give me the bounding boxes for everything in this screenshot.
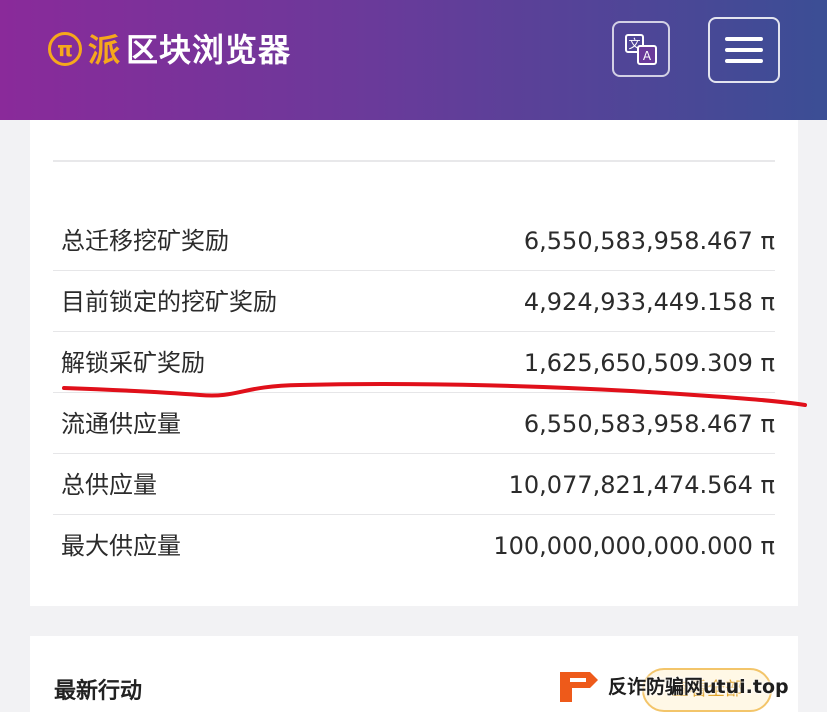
stat-row: 总迁移挖矿奖励 6,550,583,958.467 π: [53, 210, 775, 271]
stat-row: 目前锁定的挖矿奖励 4,924,933,449.158 π: [53, 271, 775, 332]
stat-row: 流通供应量 6,550,583,958.467 π: [53, 393, 775, 454]
pi-logo-icon[interactable]: π: [48, 32, 82, 66]
stat-value: 1,625,650,509.309 π: [523, 349, 775, 377]
divider: [53, 160, 775, 162]
stat-label: 解锁采矿奖励: [61, 349, 205, 377]
svg-text:A: A: [643, 49, 652, 63]
stat-row: 总供应量 10,077,821,474.564 π: [53, 454, 775, 515]
menu-button[interactable]: [708, 17, 780, 83]
stat-value: 10,077,821,474.564 π: [508, 471, 775, 499]
top-navbar: π 派 区块浏览器 文 A: [0, 0, 827, 120]
translate-button[interactable]: 文 A: [612, 21, 670, 77]
stat-row: 最大供应量 100,000,000,000.000 π: [53, 515, 775, 576]
stat-label: 总迁移挖矿奖励: [61, 227, 229, 255]
supply-stats-card: 总迁移挖矿奖励 6,550,583,958.467 π 目前锁定的挖矿奖励 4,…: [30, 120, 798, 606]
stat-value: 6,550,583,958.467 π: [523, 410, 775, 438]
brand-pi-text[interactable]: 派: [88, 30, 120, 70]
stat-label: 总供应量: [61, 471, 157, 499]
stat-label: 目前锁定的挖矿奖励: [61, 288, 277, 316]
brand-title[interactable]: 区块浏览器: [126, 30, 291, 70]
watermark-logo-icon: [560, 672, 598, 702]
stat-label: 最大供应量: [61, 532, 181, 560]
watermark: 反诈防骗网utui.top: [556, 668, 818, 708]
stat-value: 6,550,583,958.467 π: [523, 227, 775, 255]
stat-value: 4,924,933,449.158 π: [523, 288, 775, 316]
stat-row: 解锁采矿奖励 1,625,650,509.309 π: [53, 332, 775, 393]
stat-value: 100,000,000,000.000 π: [493, 532, 775, 560]
latest-activity-title: 最新行动: [54, 679, 143, 704]
translate-icon: 文 A: [625, 34, 657, 65]
watermark-text: 反诈防骗网utui.top: [608, 676, 789, 698]
hamburger-menu-icon: [710, 19, 778, 81]
stat-label: 流通供应量: [61, 410, 181, 438]
